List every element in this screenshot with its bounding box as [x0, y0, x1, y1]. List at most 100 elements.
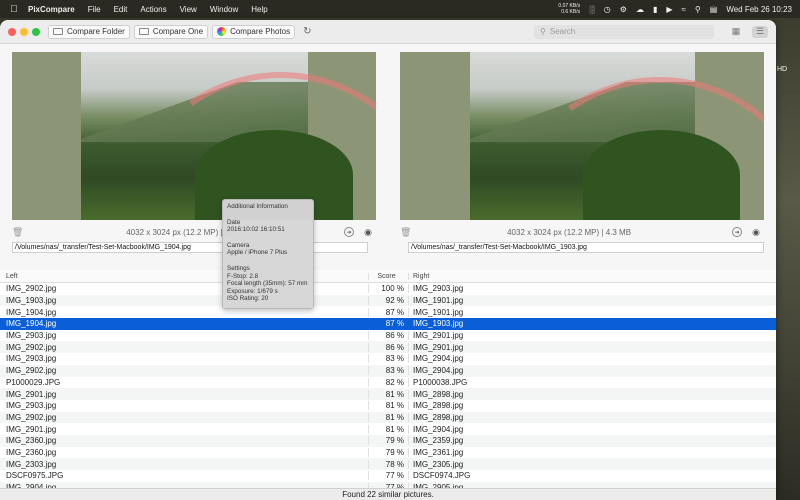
cell-right: IMG_2305.jpg	[408, 459, 776, 469]
table-row[interactable]: IMG_1904.jpg 87 % IMG_1903.jpg	[0, 318, 776, 330]
table-row[interactable]: IMG_2902.jpg 83 % IMG_2904.jpg	[0, 364, 776, 377]
header-right[interactable]: Right	[408, 272, 776, 280]
compare-photos-button[interactable]: Compare Photos	[212, 24, 296, 39]
tooltip-exposure: Exposure: 1/679 s	[227, 287, 278, 295]
compare-folder-label: Compare Folder	[67, 27, 125, 36]
battery-icon[interactable]: ▮	[653, 5, 657, 14]
reveal-arrow-icon[interactable]: ➜	[732, 227, 743, 237]
cell-score: 81 %	[368, 401, 408, 411]
table-row[interactable]: IMG_2360.jpg 79 % IMG_2361.jpg	[0, 447, 776, 459]
left-image-panel[interactable]	[12, 52, 376, 220]
right-photo	[470, 52, 764, 220]
table-row[interactable]: IMG_2903.jpg 83 % IMG_2904.jpg	[0, 353, 776, 365]
cell-right: IMG_2361.jpg	[408, 447, 776, 457]
cell-right: IMG_2901.jpg	[408, 342, 776, 352]
menu-window[interactable]: Window	[210, 5, 238, 14]
play-icon[interactable]: ▶	[666, 5, 672, 14]
menu-actions[interactable]: Actions	[140, 5, 166, 14]
tooltip-date: 2016:10:02 16:10:51	[227, 226, 285, 234]
tooltip-title: Additional Information	[227, 203, 288, 210]
close-window-button[interactable]	[8, 27, 16, 36]
table-row[interactable]: IMG_2902.jpg 81 % IMG_2898.jpg	[0, 411, 776, 424]
right-path-field[interactable]: /Volumes/nas/_transfer/Test-Set-Macbook/…	[408, 242, 764, 253]
cell-left: IMG_1904.jpg	[6, 307, 57, 317]
search-icon[interactable]: ⚲	[695, 5, 701, 14]
table-header: Left Score Right	[0, 270, 776, 283]
compare-photos-label: Compare Photos	[230, 27, 291, 36]
cloud-icon[interactable]: ☁	[636, 5, 644, 14]
trash-icon[interactable]: 🗑	[400, 227, 414, 238]
cell-left: IMG_2901.jpg	[6, 424, 57, 434]
results-table: Left Score Right IMG_2902.jpg 100 % IMG_29…	[0, 270, 776, 494]
network-speed[interactable]: 0.07 KB/s 0.6 KB/s	[558, 3, 580, 15]
desktop-drive-label[interactable]: HD	[777, 66, 787, 73]
table-row[interactable]: DSCF0975.JPG 77 % DSCF0974.JPG	[0, 470, 776, 482]
status-bar: Found 22 similar pictures.	[0, 488, 776, 500]
net-down-label: 0.6 KB/s	[561, 9, 581, 15]
trash-icon[interactable]: 🗑	[12, 227, 26, 238]
cell-right: IMG_2901.jpg	[408, 331, 776, 341]
cell-score: 82 %	[368, 377, 408, 387]
right-info-row: 🗑 4032 x 3024 px (12.2 MP) | 4.3 MB ➜ ◉	[400, 226, 764, 238]
cell-score: 87 %	[368, 307, 408, 317]
cell-left: IMG_2901.jpg	[6, 389, 57, 399]
search-input[interactable]: ⚲ Search	[534, 24, 714, 39]
cell-left: IMG_2903.jpg	[6, 354, 57, 364]
cell-score: 81 %	[368, 412, 408, 422]
cell-left: IMG_2360.jpg	[6, 436, 57, 446]
table-body: IMG_2902.jpg 100 % IMG_2903.jpg IMG_1903.jp…	[0, 283, 776, 494]
activity-graph-icon[interactable]: ░	[589, 5, 595, 14]
gear-icon[interactable]: ⚙	[620, 5, 627, 14]
refresh-icon[interactable]: ↻	[303, 26, 311, 37]
compare-folder-button[interactable]: Compare Folder	[48, 24, 130, 39]
table-row[interactable]: IMG_1903.jpg 92 % IMG_1901.jpg	[0, 294, 776, 307]
cell-score: 87 %	[368, 319, 408, 329]
search-icon: ⚲	[540, 27, 546, 36]
cell-right: IMG_2898.jpg	[408, 389, 776, 399]
eye-icon[interactable]: ◉	[364, 227, 372, 238]
tooltip-focal: Focal length (35mm): 57 mm	[227, 280, 308, 288]
table-row[interactable]: IMG_2902.jpg 100 % IMG_2903.jpg	[0, 283, 776, 295]
grid-view-icon[interactable]: ▦	[728, 26, 744, 38]
header-score[interactable]: Score	[368, 272, 408, 280]
menu-edit[interactable]: Edit	[114, 5, 128, 14]
reveal-arrow-icon[interactable]: ➜	[344, 227, 355, 237]
wifi-icon[interactable]: ≈	[682, 5, 686, 14]
table-row[interactable]: IMG_2903.jpg 81 % IMG_2898.jpg	[0, 400, 776, 412]
cell-right: IMG_2903.jpg	[408, 284, 776, 294]
menu-help[interactable]: Help	[251, 5, 267, 14]
menubar-clock[interactable]: Wed Feb 26 10:23	[726, 5, 792, 14]
left-photo	[81, 52, 376, 220]
cell-right: IMG_1903.jpg	[408, 319, 776, 329]
apple-icon[interactable]: 	[0, 4, 28, 15]
table-row[interactable]: IMG_2902.jpg 86 % IMG_2901.jpg	[0, 341, 776, 354]
table-row[interactable]: IMG_2901.jpg 81 % IMG_2898.jpg	[0, 388, 776, 400]
table-row[interactable]: IMG_2303.jpg 78 % IMG_2305.jpg	[0, 458, 776, 470]
cell-right: IMG_1901.jpg	[408, 307, 776, 317]
cell-score: 83 %	[368, 354, 408, 364]
table-row[interactable]: IMG_2903.jpg 86 % IMG_2901.jpg	[0, 330, 776, 342]
minimize-window-button[interactable]	[20, 27, 28, 36]
table-row[interactable]: IMG_2901.jpg 81 % IMG_2904.jpg	[0, 423, 776, 435]
toolbar: Compare Folder Compare One Compare Photo…	[0, 20, 776, 44]
menu-view[interactable]: View	[180, 5, 197, 14]
table-row[interactable]: IMG_1904.jpg 87 % IMG_1901.jpg	[0, 306, 776, 318]
clock-history-icon[interactable]: ◷	[604, 5, 611, 14]
menu-app-name[interactable]: PixCompare	[28, 5, 75, 14]
zoom-window-button[interactable]	[32, 27, 40, 36]
table-row[interactable]: IMG_2360.jpg 79 % IMG_2359.jpg	[0, 434, 776, 447]
left-info-row: 🗑 4032 x 3024 px (12.2 MP) | 3.2 ➜ ◉	[12, 226, 376, 238]
compare-one-button[interactable]: Compare One	[133, 24, 209, 39]
menu-file[interactable]: File	[88, 5, 101, 14]
app-window: Compare Folder Compare One Compare Photo…	[0, 20, 776, 500]
cell-right: DSCF0974.JPG	[408, 471, 776, 481]
list-view-icon[interactable]: ☰	[752, 25, 768, 38]
right-image-panel[interactable]	[400, 52, 764, 220]
cell-left: IMG_2902.jpg	[6, 412, 57, 422]
left-path-field[interactable]: /Volumes/nas/_transfer/Test-Set-Macbook/…	[12, 242, 368, 253]
table-row[interactable]: P1000029.JPG 82 % P1000038.JPG	[0, 377, 776, 389]
compare-one-label: Compare One	[152, 27, 204, 36]
eye-icon[interactable]: ◉	[752, 227, 760, 238]
cell-score: 79 %	[368, 436, 408, 446]
control-center-icon[interactable]: ▤	[710, 5, 718, 14]
